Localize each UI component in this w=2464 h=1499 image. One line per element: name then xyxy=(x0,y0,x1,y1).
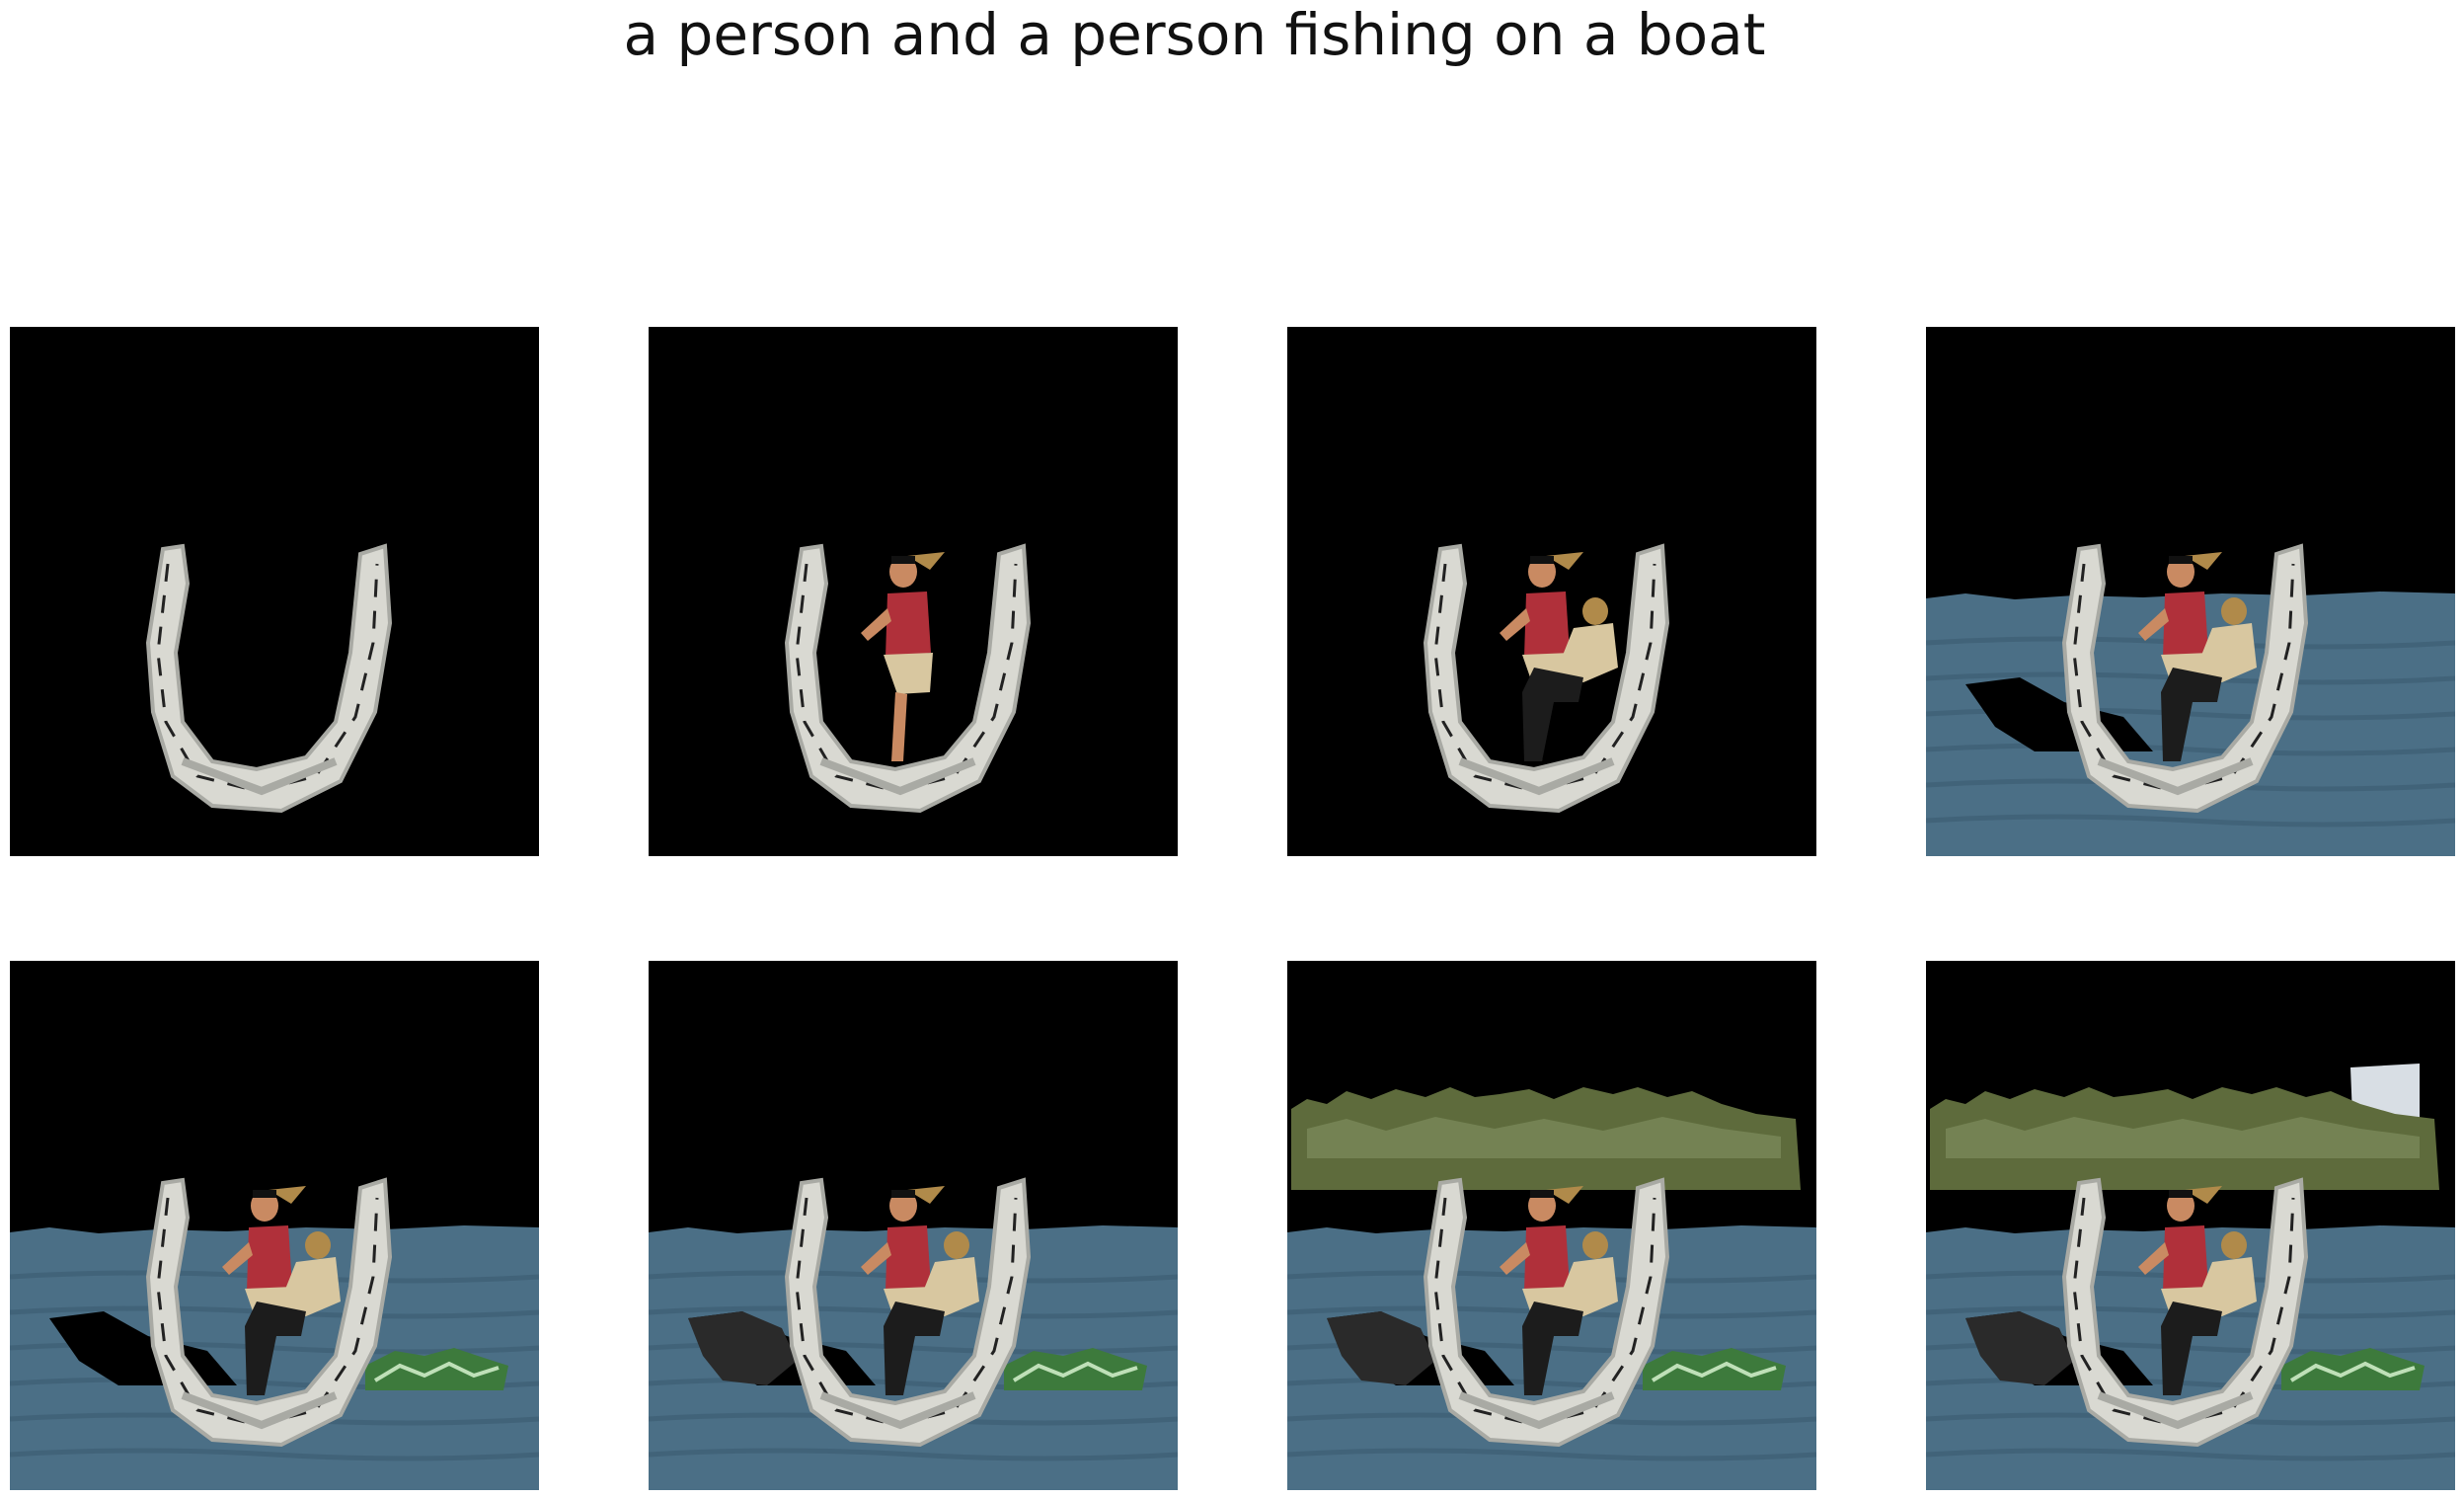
panel-8 xyxy=(1926,961,2455,1490)
person-sunglasses xyxy=(891,1190,915,1198)
panel-1 xyxy=(10,327,539,856)
second-person-head xyxy=(2221,1231,2247,1259)
person-shirt xyxy=(247,1225,292,1292)
person-shirt xyxy=(2163,1225,2208,1292)
panel-5 xyxy=(10,961,539,1490)
panel-2-image xyxy=(649,327,1178,856)
second-person-head xyxy=(1582,1231,1608,1259)
person-sunglasses xyxy=(1530,556,1554,564)
person-sunglasses xyxy=(2169,556,2193,564)
panel-4-image xyxy=(1926,327,2455,856)
panel-5-image xyxy=(10,961,539,1490)
person-shirt xyxy=(886,1225,931,1292)
panel-1-image xyxy=(10,327,539,856)
second-person-head xyxy=(305,1231,331,1259)
panel-3-image xyxy=(1287,327,1816,856)
panel-6-image xyxy=(649,961,1178,1490)
panel-3 xyxy=(1287,327,1816,856)
person-shirt xyxy=(2163,592,2208,658)
person-sunglasses xyxy=(253,1190,276,1198)
panel-2 xyxy=(649,327,1178,856)
panel-7-image xyxy=(1287,961,1816,1490)
second-person-head xyxy=(1582,597,1608,625)
person-sunglasses xyxy=(2169,1190,2193,1198)
figure-caption: a person and a person fishing on a boat xyxy=(623,1,1766,68)
panel-4 xyxy=(1926,327,2455,856)
person-sunglasses xyxy=(891,556,915,564)
person-shirt xyxy=(1524,592,1570,658)
panel-6 xyxy=(649,961,1178,1490)
second-person-head xyxy=(2221,597,2247,625)
panel-8-image xyxy=(1926,961,2455,1490)
person-sunglasses xyxy=(1530,1190,1554,1198)
second-person-head xyxy=(944,1231,969,1259)
panel-7 xyxy=(1287,961,1816,1490)
person-shirt xyxy=(886,592,931,658)
person-shirt xyxy=(1524,1225,1570,1292)
